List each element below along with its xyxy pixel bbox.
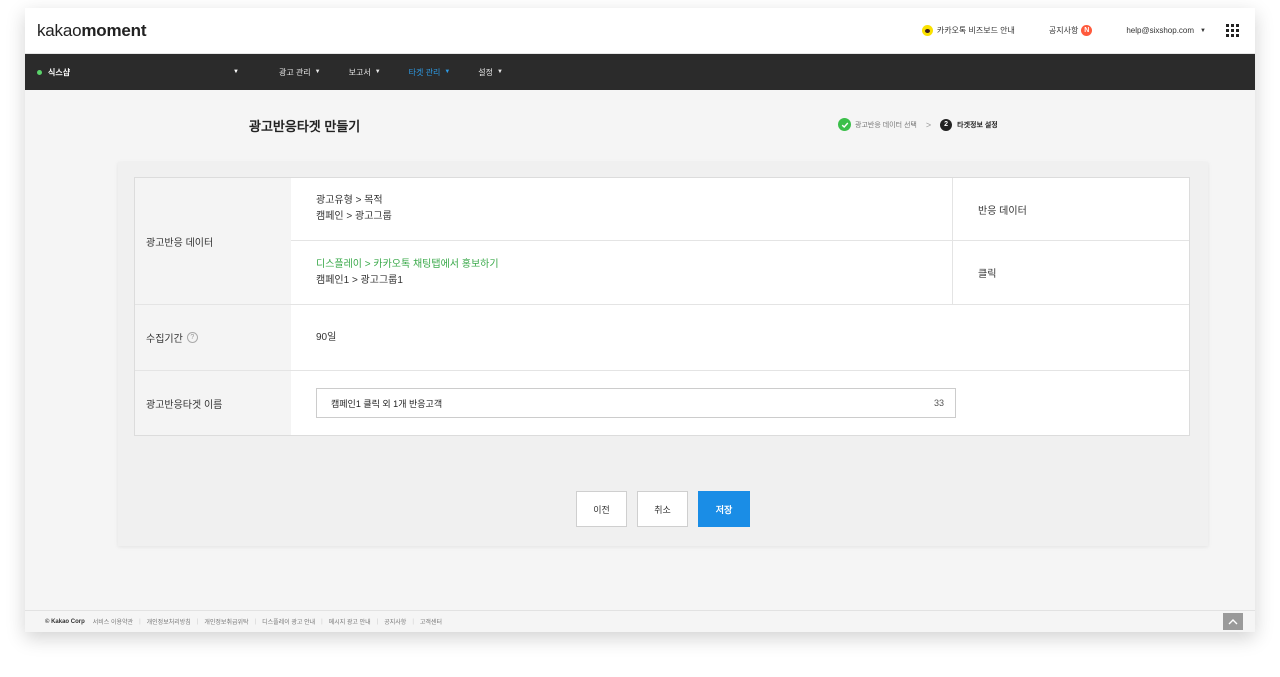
campaign-value: 캠페인1 > 광고그룹1 <box>316 274 403 286</box>
page-title: 광고반응타겟 만들기 <box>249 119 361 134</box>
caret-down-icon: ▼ <box>233 69 239 75</box>
footer-link-privacy[interactable]: 개인정보처리방침 <box>147 617 191 626</box>
footer-link-display-ad[interactable]: 디스플레이 광고 안내 <box>262 617 315 626</box>
table-row: 광고반응 데이터 광고유형 > 목적 캠페인 > 광고그룹 반응 데이터 <box>135 178 1189 305</box>
footer-link-notice[interactable]: 공지사항 <box>384 617 406 626</box>
data-header-line1: 광고유형 > 목적 <box>316 195 383 206</box>
notice-link[interactable]: 공지사항 N <box>1048 25 1093 36</box>
chevron-up-icon <box>1228 618 1238 624</box>
data-header-line2: 캠페인 > 광고그룹 <box>316 211 392 222</box>
step-1-label: 광고반응 데이터 선택 <box>855 121 917 129</box>
notice-label: 공지사항 <box>1048 26 1079 35</box>
action-buttons: 이전 취소 저장 <box>118 491 1208 527</box>
footer-link-message-ad[interactable]: 메시지 광고 안내 <box>329 617 371 626</box>
target-name-input[interactable]: 캠페인1 클릭 외 1개 반응고객 33 <box>316 388 956 418</box>
footer-link-privacy-consign[interactable]: 개인정보취급위탁 <box>204 617 248 626</box>
footer-link-support[interactable]: 고객센터 <box>420 617 442 626</box>
step-2-label: 타겟정보 설정 <box>957 121 998 129</box>
caret-down-icon: ▼ <box>1200 27 1206 34</box>
new-badge: N <box>1081 25 1093 36</box>
account-menu[interactable]: help@sixshop.com ▼ <box>1126 26 1206 35</box>
nav-target-management[interactable]: 타겟 관리 ▼ <box>409 67 451 78</box>
footer: © Kakao Corp 서비스 이용약관 | 개인정보처리방침 | 개인정보취급위… <box>25 610 1255 632</box>
period-label-cell: 수집기간 ? <box>135 305 291 370</box>
save-button[interactable]: 저장 <box>698 491 750 527</box>
footer-link-terms[interactable]: 서비스 이용약관 <box>93 617 133 626</box>
reaction-data-value: 클릭 <box>952 241 1189 304</box>
target-info-table: 광고반응 데이터 광고유형 > 목적 캠페인 > 광고그룹 반응 데이터 디스플… <box>134 177 1190 436</box>
help-icon[interactable]: ? <box>186 332 198 343</box>
caret-down-icon: ▼ <box>314 69 321 75</box>
target-name-label: 광고반응타겟 이름 <box>135 371 291 435</box>
copyright: © Kakao Corp <box>45 618 85 625</box>
target-name-value: 캠페인1 클릭 외 1개 반응고객 <box>331 398 443 409</box>
check-circle-icon <box>838 118 851 131</box>
char-count: 33 <box>933 398 944 408</box>
kakaotalk-icon <box>921 25 933 36</box>
caret-down-icon: ▼ <box>374 69 381 75</box>
data-value-cell: 디스플레이 > 카카오톡 채팅탭에서 홍보하기 캠페인1 > 광고그룹1 <box>291 241 499 304</box>
kakaomoment-logo[interactable]: kakaomoment <box>37 21 146 41</box>
chevron-right-icon: > <box>925 119 932 130</box>
shop-name: 식스샵 <box>48 67 71 77</box>
nav-settings[interactable]: 설정 ▼ <box>478 67 503 78</box>
nav-ad-management[interactable]: 광고 관리 ▼ <box>279 67 321 78</box>
prev-button[interactable]: 이전 <box>576 491 627 527</box>
shop-selector[interactable]: 식스샵 ▼ <box>25 54 251 90</box>
period-label: 수집기간 <box>146 334 183 345</box>
app-window: kakaomoment 카카오톡 비즈보드 안내 공지사항 N help@six… <box>25 8 1255 632</box>
nav-report[interactable]: 보고서 ▼ <box>349 67 381 78</box>
caret-down-icon: ▼ <box>497 69 503 75</box>
table-row: 수집기간 ? 90일 <box>135 305 1189 371</box>
step-2-number: 2 <box>940 118 953 131</box>
period-value: 90일 <box>316 331 337 343</box>
table-row: 광고반응타겟 이름 캠페인1 클릭 외 1개 반응고객 33 <box>135 371 1189 435</box>
reaction-data-header: 반응 데이터 <box>952 178 1189 240</box>
table-row: 디스플레이 > 카카오톡 채팅탭에서 홍보하기 캠페인1 > 광고그룹1 클릭 <box>135 241 1189 305</box>
top-bar: kakaomoment 카카오톡 비즈보드 안내 공지사항 N help@six… <box>25 8 1255 54</box>
scroll-top-button[interactable] <box>1223 613 1243 630</box>
apps-grid-icon[interactable] <box>1226 24 1239 37</box>
account-email: help@sixshop.com <box>1126 26 1195 35</box>
step-indicator: 광고반응 데이터 선택 > 2 타겟정보 설정 <box>838 118 998 131</box>
caret-down-icon: ▼ <box>444 69 451 75</box>
bizboard-guide-label: 카카오톡 비즈보드 안내 <box>936 26 1015 35</box>
data-header-cell: 광고유형 > 목적 캠페인 > 광고그룹 <box>291 178 392 240</box>
form-card: 광고반응 데이터 광고유형 > 목적 캠페인 > 광고그룹 반응 데이터 디스플… <box>118 162 1208 546</box>
status-dot-icon <box>37 69 42 75</box>
bizboard-guide-link[interactable]: 카카오톡 비즈보드 안내 <box>921 25 1015 36</box>
cancel-button[interactable]: 취소 <box>637 491 688 527</box>
ad-type-value: 디스플레이 > 카카오톡 채팅탭에서 홍보하기 <box>316 258 499 270</box>
main-nav: 식스샵 ▼ 광고 관리 ▼ 보고서 ▼ 타겟 관리 ▼ 설정 ▼ <box>25 54 1255 90</box>
